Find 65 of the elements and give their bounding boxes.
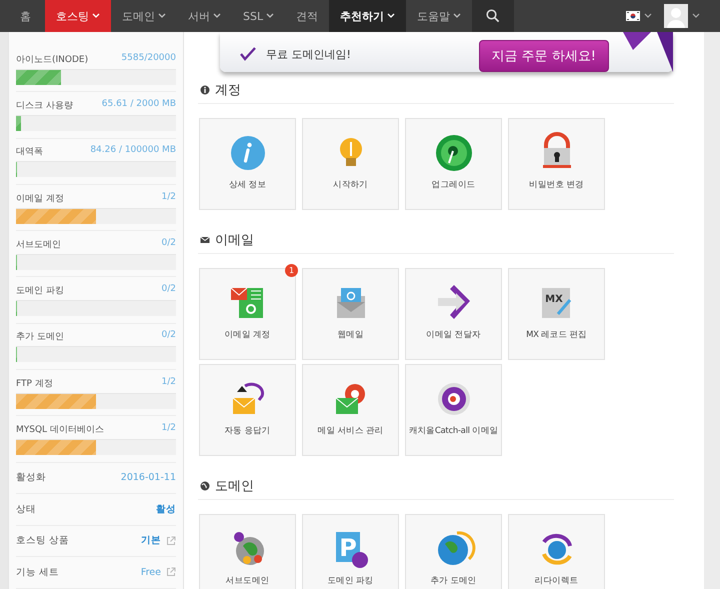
- shortcut-tile[interactable]: 상세 정보: [199, 118, 296, 210]
- nav-item[interactable]: 호스팅: [45, 0, 111, 32]
- info-label: 활성화: [16, 471, 46, 484]
- shortcut-tile[interactable]: 업그레이드: [405, 118, 502, 210]
- envelope-icon: [200, 235, 210, 245]
- usage-label: 서브도메인: [16, 238, 61, 251]
- nav-item[interactable]: 도메인: [111, 0, 177, 32]
- usage-label: MYSQL 데이터베이스: [16, 424, 104, 436]
- usage-label: 아이노드(INODE): [16, 54, 88, 66]
- usage-label: 디스크 사용량: [16, 100, 73, 112]
- notification-badge: 1: [285, 264, 298, 277]
- usage-value: 1/2: [162, 376, 176, 389]
- section-title: 도메인: [215, 478, 254, 495]
- section-title: 이메일: [215, 232, 254, 249]
- nav-item[interactable]: 서버: [177, 0, 232, 32]
- nav-item[interactable]: 견적: [285, 0, 330, 32]
- shortcut-tile[interactable]: 메일 서비스 관리: [302, 364, 399, 456]
- usage-label: FTP 계정: [16, 378, 53, 390]
- nav-item[interactable]: SSL: [232, 0, 286, 32]
- usage-value: 84.26 / 100000 MB: [90, 145, 176, 158]
- shortcut-tile[interactable]: 웹메일: [302, 268, 399, 360]
- usage-value: 0/2: [162, 330, 176, 342]
- usage-value: 5585/20000: [121, 52, 176, 65]
- caret-icon: [692, 13, 700, 19]
- section-title: 계정: [215, 82, 241, 99]
- caret-icon: [644, 13, 652, 19]
- checkmark-icon: [240, 47, 256, 61]
- usage-value: 1/2: [162, 423, 176, 436]
- nav-item[interactable]: 홈: [0, 0, 45, 32]
- usage-label: 대역폭: [16, 146, 43, 158]
- usage-value: 1/2: [162, 192, 176, 204]
- triangle-decoration: [623, 32, 673, 72]
- nav-item[interactable]: 추천하기: [329, 0, 406, 32]
- search-button[interactable]: [472, 0, 514, 32]
- feature-text: 무료 도메인네임!: [266, 46, 351, 62]
- shortcut-tile[interactable]: 비밀번호 변경: [508, 118, 605, 210]
- info-value: 기본: [141, 534, 161, 548]
- order-now-button[interactable]: 지금 주문 하세요!: [478, 40, 609, 72]
- usage-label: 추가 도메인: [16, 331, 64, 344]
- info-label: 기능 세트: [16, 566, 60, 579]
- info-value: 활성: [156, 502, 176, 516]
- usage-value: 0/2: [162, 284, 176, 296]
- usage-label: 이메일 계정: [16, 192, 64, 205]
- info-icon: [200, 85, 210, 95]
- shortcut-tile[interactable]: 시작하기: [302, 118, 399, 210]
- shortcut-tile[interactable]: 추가 도메인: [405, 514, 502, 589]
- usage-value: 0/2: [162, 238, 176, 250]
- nav-item[interactable]: 도움말: [406, 0, 472, 32]
- shortcut-tile[interactable]: 리다이렉트: [508, 514, 605, 589]
- avatar-icon: [664, 4, 688, 28]
- usage-label: 도메인 파킹: [16, 285, 64, 298]
- info-value: Free: [140, 566, 161, 578]
- globe-icon: [200, 481, 210, 491]
- shortcut-tile[interactable]: MX MX 레코드 편집: [508, 268, 605, 360]
- usage-value: 65.61 / 2000 MB: [102, 98, 176, 111]
- shortcut-tile[interactable]: 이메일 전달자: [405, 268, 502, 360]
- info-value: 2016-01-11: [120, 472, 176, 484]
- info-label: 상태: [16, 502, 36, 516]
- flag-icon: [626, 11, 640, 21]
- info-label: 호스팅 상품: [16, 534, 70, 548]
- shortcut-tile[interactable]: P 도메인 파킹: [302, 514, 399, 589]
- shortcut-tile[interactable]: 캐치올Catch-all 이메일: [405, 364, 502, 456]
- search-icon: [486, 9, 500, 23]
- shortcut-tile[interactable]: 서브도메인: [199, 514, 296, 589]
- shortcut-tile[interactable]: 자동 응답기: [199, 364, 296, 456]
